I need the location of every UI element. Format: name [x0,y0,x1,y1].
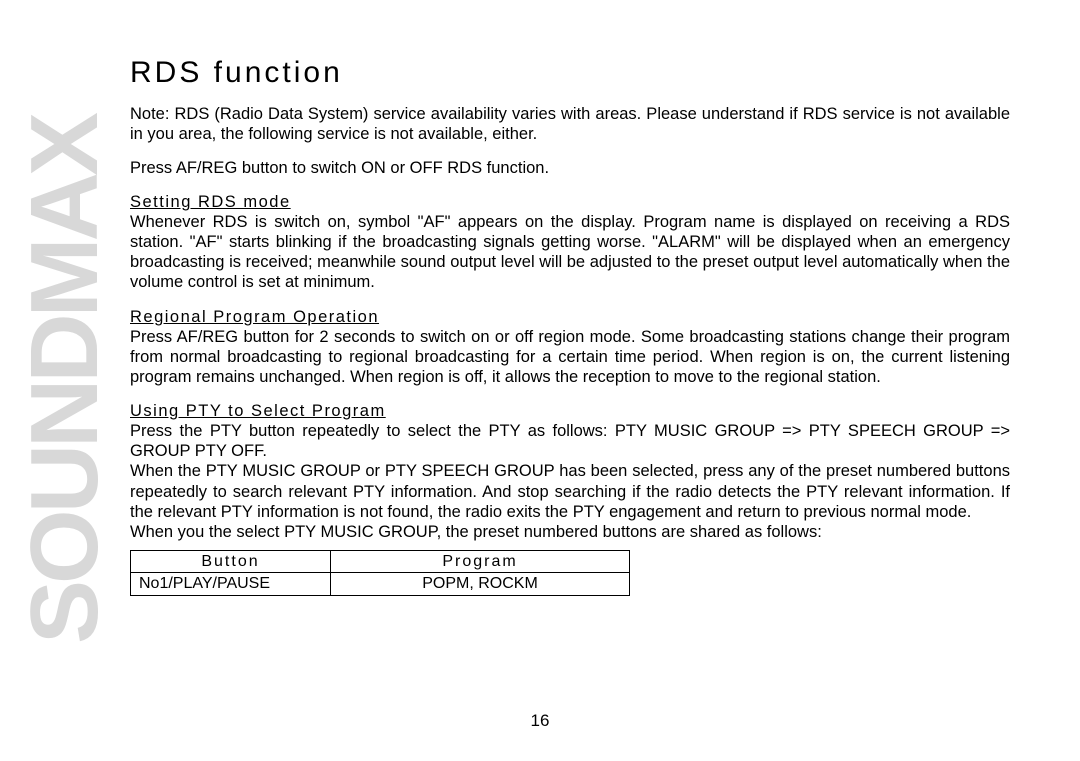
table-row: No1/PLAY/PAUSE POPM, ROCKM [131,573,630,596]
cell-button: No1/PLAY/PAUSE [131,573,331,596]
pty-paragraph-1: Press the PTY button repeatedly to selec… [130,421,1010,461]
cell-program: POPM, ROCKM [331,573,630,596]
af-reg-instruction: Press AF/REG button to switch ON or OFF … [130,158,1010,178]
header-button: Button [131,550,331,573]
page-number: 16 [0,711,1080,731]
page-title: RDS function [130,55,1010,92]
section-heading-pty: Using PTY to Select Program [130,401,1010,421]
section-heading-rds-mode: Setting RDS mode [130,192,1010,212]
page-content: RDS function Note: RDS (Radio Data Syste… [0,0,1080,616]
section-heading-regional: Regional Program Operation [130,307,1010,327]
pty-paragraph-3: When you the select PTY MUSIC GROUP, the… [130,522,1010,542]
pty-paragraph-2: When the PTY MUSIC GROUP or PTY SPEECH G… [130,461,1010,521]
section-body-rds-mode: Whenever RDS is switch on, symbol "AF" a… [130,212,1010,293]
table-header-row: Button Program [131,550,630,573]
section-body-regional: Press AF/REG button for 2 seconds to swi… [130,327,1010,387]
note-paragraph: Note: RDS (Radio Data System) service av… [130,104,1010,144]
header-program: Program [331,550,630,573]
pty-button-table: Button Program No1/PLAY/PAUSE POPM, ROCK… [130,550,630,596]
